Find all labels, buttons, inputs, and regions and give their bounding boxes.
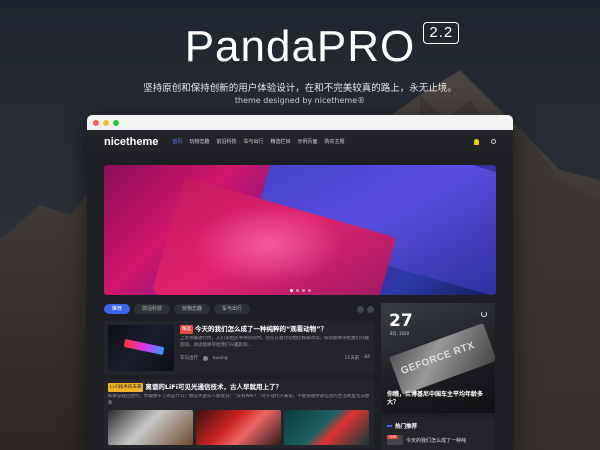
article-gallery	[108, 410, 370, 445]
hot-item-title[interactable]: 今天的我们怎么成了一种纯	[406, 437, 466, 444]
banner-dot[interactable]	[295, 289, 299, 292]
tab-cars[interactable]: 车与出行	[214, 304, 251, 314]
hot-tag: TOP	[387, 435, 399, 439]
article-thumbnail[interactable]	[108, 325, 174, 371]
banner-glow	[194, 205, 344, 285]
article-likes[interactable]: 84	[364, 355, 370, 361]
gallery-image[interactable]	[108, 410, 193, 445]
article-title[interactable]: 精选 今天的我们怎么成了一种纯粹的“观看动物”？	[180, 325, 370, 334]
nav-item-featured[interactable]: 精选栏目	[270, 138, 290, 145]
nav-item-sample-pages[interactable]: 示例页面	[298, 138, 318, 145]
gallery-image[interactable]	[284, 410, 369, 445]
tab-recommended[interactable]: 推荐	[104, 304, 131, 314]
prev-arrow-icon[interactable]	[357, 305, 364, 313]
refresh-icon[interactable]	[481, 311, 487, 317]
hero-credit: theme designed by nicetheme®	[234, 96, 366, 105]
hot-thumbnail[interactable]: TOP	[387, 435, 403, 445]
hero-title: PandaPRO 2.2	[0, 22, 600, 72]
browser-window: nicetheme 首页 玩物志趣 前沿科技 车与出行 精选栏目 示例页面 购买…	[87, 115, 513, 450]
article-excerpt: 如果穿越回古代，你最想干了的是什么？想必大部分人都会说：“没有WiFi！”对于现…	[108, 394, 370, 406]
promo-day: 27	[389, 311, 413, 331]
avatar[interactable]	[203, 355, 208, 361]
hero-subtitle: 坚持原创和保持创新的用户体验设计，在和不完美较真的路上，永无止境。	[143, 83, 457, 94]
next-arrow-icon[interactable]	[367, 305, 374, 313]
article-category[interactable]: 车与出行	[180, 355, 198, 361]
article-card[interactable]: Li-Fi技术的未来 离谱的LiFi可见光通信技术，古人早就用上了？ 如果穿越回古…	[104, 379, 374, 449]
heading-bar-icon	[387, 425, 392, 427]
article-title[interactable]: Li-Fi技术的未来 离谱的LiFi可见光通信技术，古人早就用上了？	[108, 383, 370, 392]
banner-dot[interactable]	[301, 289, 305, 292]
minimize-window-button[interactable]	[103, 119, 109, 126]
article-card[interactable]: 精选 今天的我们怎么成了一种纯粹的“观看动物”？ 上周书展进行时，入们争相买书书的…	[104, 321, 374, 375]
bulb-icon[interactable]	[474, 138, 479, 145]
nav-item-home[interactable]: 首页	[172, 138, 182, 145]
site-header: nicetheme 首页 玩物志趣 前沿科技 车与出行 精选栏目 示例页面 购买…	[87, 130, 513, 153]
tab-gadgets[interactable]: 玩物志趣	[174, 304, 211, 314]
hot-item[interactable]: TOP 今天的我们怎么成了一种纯	[387, 435, 489, 445]
promo-date: 8月, 2020	[390, 331, 410, 336]
nav-item-buy-theme[interactable]: 购买主题	[325, 138, 345, 145]
promo-card[interactable]: GEFORCE RTX 27 8月, 2020 你瞧，兰博基尼中国车主平均年龄多…	[381, 303, 495, 413]
article-author[interactable]: kusing	[213, 356, 228, 361]
article-tag: 精选	[180, 325, 193, 334]
banner-pagination	[104, 289, 496, 292]
nav-item-tech[interactable]: 前沿科技	[216, 138, 236, 145]
tab-tech[interactable]: 前沿科技	[134, 304, 171, 314]
nav-item-cars[interactable]: 车与出行	[243, 138, 263, 145]
gallery-image[interactable]	[196, 410, 281, 445]
nav-item-gadgets[interactable]: 玩物志趣	[189, 138, 209, 145]
article-time: 11天前	[344, 356, 360, 361]
article-meta: 车与出行 kusing 11天前 84	[180, 355, 370, 361]
site-logo[interactable]: nicetheme	[104, 136, 158, 148]
article-excerpt: 上周书展进行时，入们争相买书书的同时，也在在意讨论相比媒质阅读。阅读能唤带给我们…	[180, 336, 369, 348]
article-tag: Li-Fi技术的未来	[108, 383, 144, 392]
close-window-button[interactable]	[93, 119, 99, 126]
maximize-window-button[interactable]	[113, 119, 119, 126]
window-titlebar	[87, 115, 513, 130]
hero-banner[interactable]	[104, 165, 496, 295]
promo-title[interactable]: 你瞧，兰博基尼中国车主平均年龄多大？	[387, 391, 489, 407]
search-icon[interactable]	[491, 139, 496, 144]
hot-recommend-box: 热门推荐 TOP 今天的我们怎么成了一种纯	[381, 417, 495, 450]
version-badge: 2.2	[423, 22, 460, 44]
filter-tabs: 推荐 前沿科技 玩物志趣 车与出行	[104, 303, 374, 315]
banner-dot[interactable]	[307, 289, 311, 292]
banner-dot[interactable]	[289, 289, 293, 292]
hot-heading: 热门推荐	[387, 422, 489, 430]
